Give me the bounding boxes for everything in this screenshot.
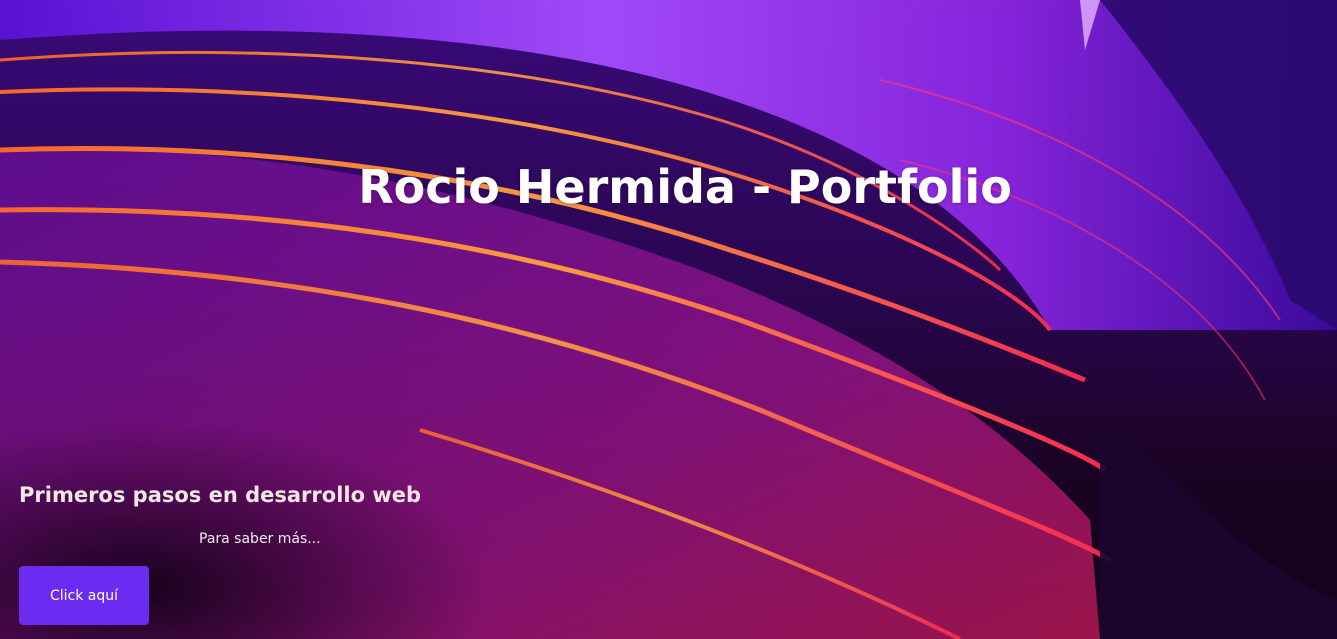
page-title: Rocio Hermida - Portfolio xyxy=(358,160,1012,214)
hero-subtitle: Primeros pasos en desarrollo web xyxy=(19,483,422,507)
click-here-button[interactable]: Click aquí xyxy=(19,566,149,625)
hero-section: Rocio Hermida - Portfolio Primeros pasos… xyxy=(0,0,1337,639)
more-info-text: Para saber más... xyxy=(199,531,321,547)
